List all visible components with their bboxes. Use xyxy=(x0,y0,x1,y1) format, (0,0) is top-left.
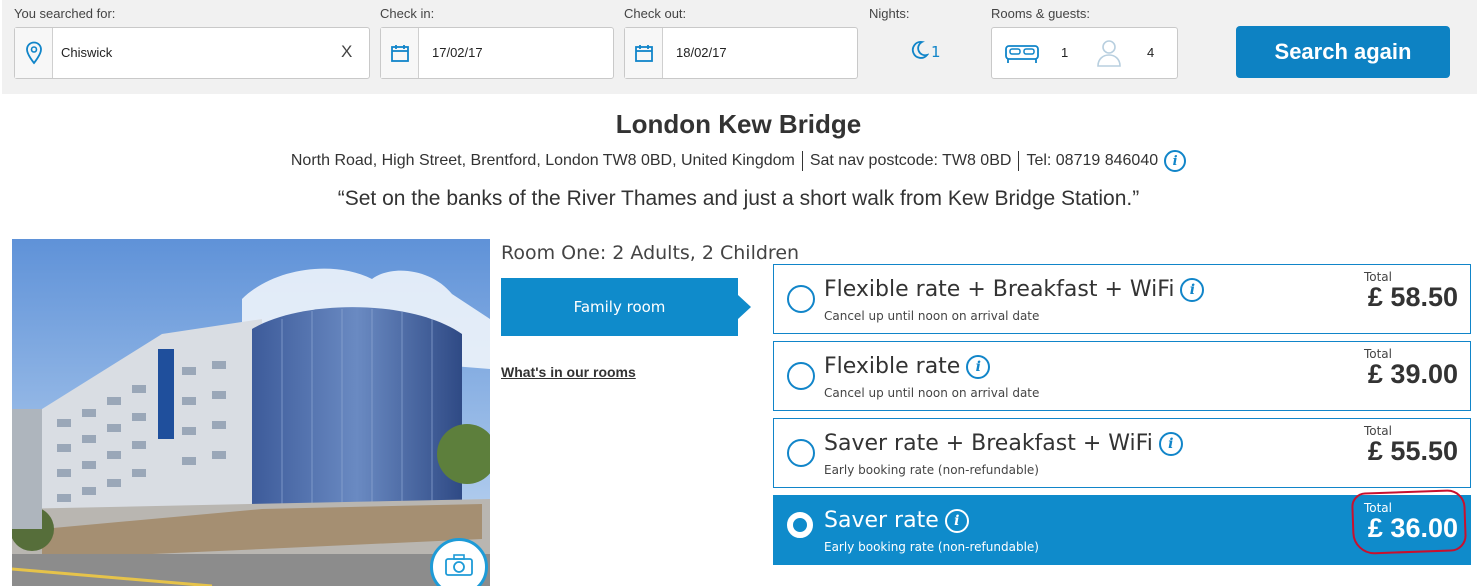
checkout-input[interactable]: 18/02/17 xyxy=(676,45,727,60)
rate-terms: Cancel up until noon on arrival date xyxy=(824,386,1040,400)
nights-label: Nights: xyxy=(869,6,910,21)
nights-count: 1 xyxy=(931,43,941,61)
rate-option[interactable]: Flexible rate i Cancel up until noon on a… xyxy=(773,341,1471,411)
hotel-contact-line: North Road, High Street, Brentford, Lond… xyxy=(0,150,1477,172)
sat-nav-postcode: Sat nav postcode: TW8 0BD xyxy=(809,152,1012,169)
search-bar: You searched for: Chiswick X Check in: 1… xyxy=(2,0,1477,94)
moon-icon xyxy=(909,40,930,64)
rooms-guests-field[interactable]: 1 4 xyxy=(991,27,1178,79)
rate-price: £ 58.50 xyxy=(1367,282,1458,312)
search-again-button[interactable]: Search again xyxy=(1236,26,1450,78)
rate-radio-selected[interactable] xyxy=(787,512,813,538)
rate-name-row: Saver rate i xyxy=(824,508,969,533)
calendar-icon xyxy=(625,28,663,78)
divider xyxy=(801,151,803,171)
rate-terms: Cancel up until noon on arrival date xyxy=(824,309,1040,323)
whats-in-our-rooms-link[interactable]: What's in our rooms xyxy=(501,364,636,380)
rate-radio[interactable] xyxy=(787,362,815,390)
info-icon[interactable]: i xyxy=(1180,277,1205,302)
rooms-count: 1 xyxy=(1061,45,1069,60)
rate-terms: Early booking rate (non-refundable) xyxy=(824,540,1039,554)
rate-radio[interactable] xyxy=(787,439,815,467)
hotel-quote: “Set on the banks of the River Thames an… xyxy=(337,187,1140,210)
rate-name-row: Saver rate + Breakfast + WiFi i xyxy=(824,431,1183,456)
room-title: Room One: 2 Adults, 2 Children xyxy=(501,242,800,264)
clear-location-button[interactable]: X xyxy=(341,42,352,62)
nights-value: 1 xyxy=(909,40,941,64)
bed-icon xyxy=(1004,40,1040,68)
checkin-field[interactable]: 17/02/17 xyxy=(380,27,614,79)
rate-terms: Early booking rate (non-refundable) xyxy=(824,463,1039,477)
rate-option[interactable]: Saver rate + Breakfast + WiFi i Early boo… xyxy=(773,418,1471,488)
checkin-input[interactable]: 17/02/17 xyxy=(432,45,483,60)
calendar-icon xyxy=(381,28,419,78)
location-input[interactable]: Chiswick xyxy=(61,45,112,60)
rate-name-row: Flexible rate i xyxy=(824,354,991,379)
checkin-label: Check in: xyxy=(380,6,435,21)
rate-option[interactable]: Flexible rate + Breakfast + WiFi i Cancel… xyxy=(773,264,1471,334)
checkout-label: Check out: xyxy=(624,6,687,21)
info-icon[interactable]: i xyxy=(966,354,991,379)
rate-name: Saver rate + Breakfast + WiFi xyxy=(824,431,1153,456)
tab-family-room[interactable]: Family room xyxy=(501,278,751,336)
rate-price: £ 39.00 xyxy=(1367,359,1458,389)
hotel-address: North Road, High Street, Brentford, Lond… xyxy=(290,152,795,169)
location-label: You searched for: xyxy=(14,6,116,21)
rooms-guests-label: Rooms & guests: xyxy=(991,6,1090,21)
info-icon[interactable]: i xyxy=(1158,431,1183,456)
rate-name-row: Flexible rate + Breakfast + WiFi i xyxy=(824,277,1205,302)
rate-radio[interactable] xyxy=(787,285,815,313)
person-icon xyxy=(1096,39,1122,71)
info-icon[interactable]: i xyxy=(944,508,969,533)
hotel-photo[interactable] xyxy=(12,239,490,586)
rate-price: £ 55.50 xyxy=(1367,436,1458,466)
location-field[interactable]: Chiswick X xyxy=(14,27,370,79)
rate-name: Flexible rate xyxy=(824,354,961,379)
hotel-name: London Kew Bridge xyxy=(615,109,862,139)
rate-name: Saver rate xyxy=(824,508,939,533)
camera-icon xyxy=(444,553,474,581)
location-pin-icon xyxy=(15,28,53,78)
hotel-telephone: Tel: 08719 846040 xyxy=(1026,152,1159,169)
rate-name: Flexible rate + Breakfast + WiFi xyxy=(824,277,1175,302)
divider xyxy=(1018,151,1020,171)
info-icon[interactable]: i xyxy=(1164,150,1187,172)
price-annotation-circle xyxy=(1350,489,1468,555)
checkout-field[interactable]: 18/02/17 xyxy=(624,27,858,79)
guests-count: 4 xyxy=(1147,45,1155,60)
